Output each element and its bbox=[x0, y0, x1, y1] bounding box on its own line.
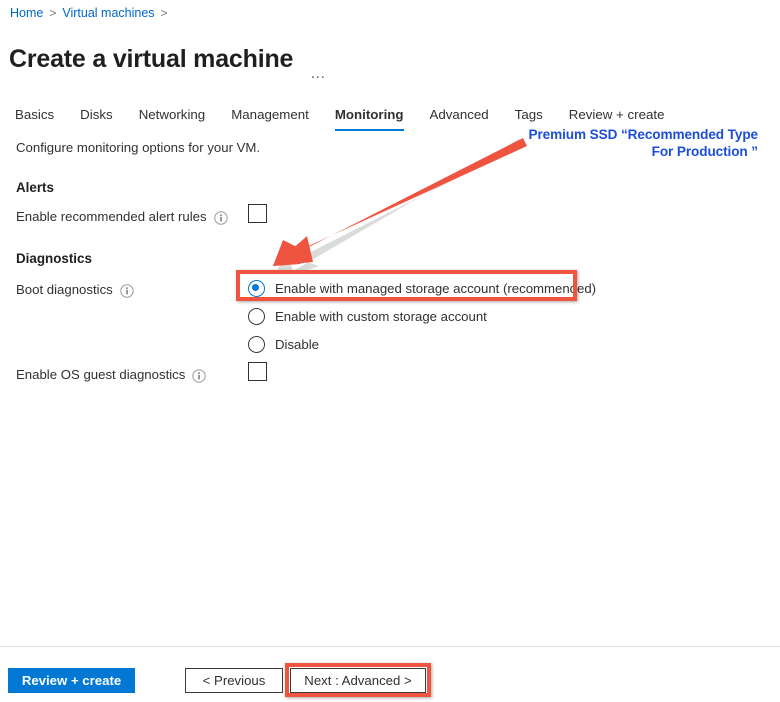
breadcrumb-item-virtual-machines[interactable]: Virtual machines bbox=[62, 5, 154, 21]
more-actions-icon[interactable]: ··· bbox=[307, 62, 328, 92]
radio-group-boot-diagnostics: Enable with managed storage account (rec… bbox=[248, 277, 596, 361]
page-title: Create a virtual machine bbox=[9, 44, 294, 73]
review-create-button[interactable]: Review + create bbox=[8, 668, 135, 693]
footer-divider bbox=[0, 646, 780, 647]
label-enable-os-guest-diagnostics: Enable OS guest diagnostics bbox=[16, 367, 207, 383]
breadcrumb-separator-icon: > bbox=[160, 6, 168, 20]
label-enable-recommended-alert-rules: Enable recommended alert rules bbox=[16, 209, 228, 225]
radio-option-label: Enable with managed storage account (rec… bbox=[275, 281, 597, 296]
radio-indicator[interactable] bbox=[248, 308, 265, 325]
breadcrumb-item-home[interactable]: Home bbox=[10, 5, 43, 21]
annotation-note-line2: For Production ” bbox=[651, 144, 758, 159]
next-advanced-button[interactable]: Next : Advanced > bbox=[290, 668, 426, 693]
section-heading-diagnostics: Diagnostics bbox=[16, 251, 92, 266]
field-label-text: Enable recommended alert rules bbox=[16, 209, 207, 224]
breadcrumb: Home > Virtual machines > bbox=[10, 5, 168, 21]
tab-advanced[interactable]: Advanced bbox=[417, 105, 502, 131]
annotation-note: Premium SSD “Recommended Type For Produc… bbox=[498, 126, 758, 160]
info-icon[interactable] bbox=[192, 368, 207, 383]
annotation-note-line1: Premium SSD “Recommended Type bbox=[528, 127, 758, 142]
page-title-row: Create a virtual machine ··· bbox=[9, 26, 328, 92]
previous-button[interactable]: < Previous bbox=[185, 668, 283, 693]
breadcrumb-separator-icon: > bbox=[49, 6, 57, 20]
radio-option-custom-storage[interactable]: Enable with custom storage account bbox=[248, 305, 596, 328]
section-heading-alerts: Alerts bbox=[16, 180, 54, 195]
radio-option-managed-storage[interactable]: Enable with managed storage account (rec… bbox=[248, 277, 596, 300]
checkbox-enable-recommended-alert-rules[interactable] bbox=[248, 204, 267, 223]
tab-networking[interactable]: Networking bbox=[126, 105, 219, 131]
radio-indicator[interactable] bbox=[248, 280, 265, 297]
field-label-text: Boot diagnostics bbox=[16, 282, 113, 297]
radio-indicator[interactable] bbox=[248, 336, 265, 353]
create-vm-page: Home > Virtual machines > Create a virtu… bbox=[0, 0, 780, 702]
tab-monitoring[interactable]: Monitoring bbox=[322, 105, 417, 131]
radio-option-label: Disable bbox=[275, 337, 319, 352]
info-icon[interactable] bbox=[213, 210, 228, 225]
tab-management[interactable]: Management bbox=[218, 105, 322, 131]
radio-option-disable[interactable]: Disable bbox=[248, 333, 596, 356]
radio-option-label: Enable with custom storage account bbox=[275, 309, 487, 324]
intro-text: Configure monitoring options for your VM… bbox=[16, 140, 261, 155]
checkbox-enable-os-guest-diagnostics[interactable] bbox=[248, 362, 267, 381]
tab-basics[interactable]: Basics bbox=[10, 105, 67, 131]
label-boot-diagnostics: Boot diagnostics bbox=[16, 282, 134, 298]
info-icon[interactable] bbox=[120, 283, 134, 298]
field-label-text: Enable OS guest diagnostics bbox=[16, 367, 186, 382]
tab-disks[interactable]: Disks bbox=[67, 105, 126, 131]
